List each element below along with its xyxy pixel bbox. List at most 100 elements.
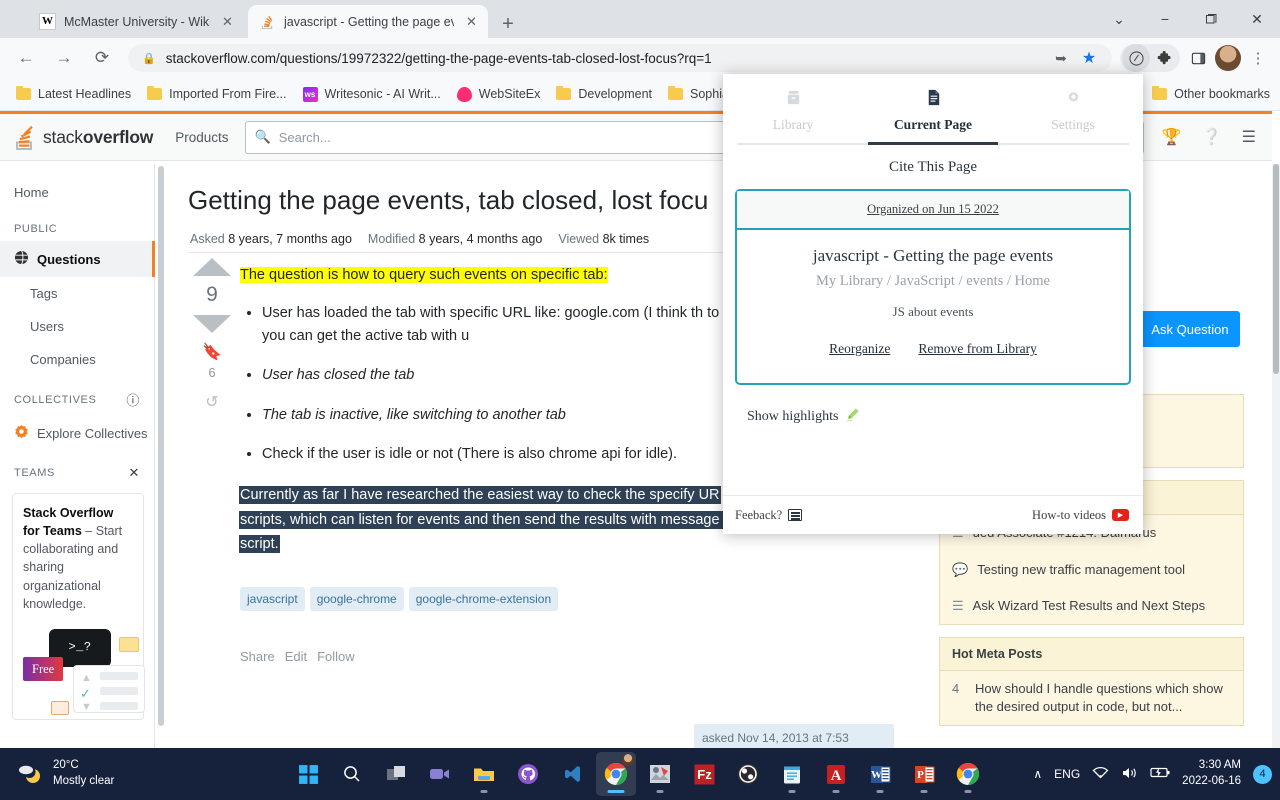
volume-icon[interactable] xyxy=(1121,766,1138,783)
howto-videos-link[interactable]: How-to videos ▶ xyxy=(1032,508,1129,523)
tag[interactable]: google-chrome xyxy=(309,587,404,612)
taskbar-item-image-editor[interactable] xyxy=(640,752,680,796)
teams-promo-card[interactable]: Stack Overflow for Teams – Start collabo… xyxy=(12,493,145,720)
taskbar-item-file-explorer[interactable] xyxy=(464,752,504,796)
tab-search-icon[interactable]: ⌄ xyxy=(1096,0,1142,38)
help-icon[interactable]: ❔ xyxy=(1202,127,1222,147)
sidebar-item-users[interactable]: Users xyxy=(0,310,154,343)
close-icon[interactable]: ✕ xyxy=(129,465,141,481)
sidebar-item-explore-collectives[interactable]: Explore Collectives xyxy=(0,415,154,451)
show-highlights-button[interactable]: Show highlights xyxy=(723,385,1143,427)
tab-settings[interactable]: Settings xyxy=(1003,88,1143,143)
browser-tab-wikipedia[interactable]: W McMaster University - Wikipedia ✕ xyxy=(28,5,244,38)
battery-charging-icon[interactable] xyxy=(1150,766,1170,782)
share-icon[interactable]: ➥ xyxy=(1048,45,1074,71)
taskbar-item-chrome-second[interactable] xyxy=(948,752,988,796)
sidebar-item-tags[interactable]: Tags xyxy=(0,277,154,310)
form-icon[interactable] xyxy=(788,509,803,521)
history-icon[interactable]: ↺ xyxy=(205,392,218,412)
bookmark-item[interactable]: ws Writesonic - AI Writ... xyxy=(295,82,449,107)
close-icon[interactable]: ✕ xyxy=(220,14,235,30)
info-icon[interactable]: ⓘ xyxy=(126,390,140,409)
wifi-icon[interactable] xyxy=(1092,766,1109,783)
address-bar[interactable]: 🔒 stackoverflow.com/questions/19972322/g… xyxy=(128,44,1112,72)
taskbar-item-filezilla[interactable]: Fz xyxy=(684,752,724,796)
forward-icon[interactable]: → xyxy=(48,42,80,74)
avatar[interactable] xyxy=(1215,45,1241,71)
start-button[interactable] xyxy=(288,752,328,796)
taskbar-item-acrobat[interactable]: A xyxy=(816,752,856,796)
clock[interactable]: 3:30 AM 2022-06-16 xyxy=(1182,758,1241,789)
cite-extension-icon[interactable] xyxy=(1122,44,1150,72)
taskbar-item-vscode[interactable] xyxy=(552,752,592,796)
sidebar-item-questions[interactable]: Questions xyxy=(0,241,155,277)
page-scrollbar[interactable] xyxy=(1272,164,1280,748)
notification-badge[interactable]: 4 xyxy=(1253,764,1272,784)
language-indicator[interactable]: ENG xyxy=(1054,767,1080,781)
bookmark-icon[interactable]: 🔖 xyxy=(202,342,222,362)
feedback-label[interactable]: Feeback? xyxy=(735,508,782,523)
running-indicator xyxy=(876,790,884,793)
logo-text: stackoverflow xyxy=(43,126,154,147)
nav-products[interactable]: Products xyxy=(175,130,228,145)
downvote-button[interactable] xyxy=(193,314,231,333)
back-icon[interactable]: ← xyxy=(10,42,42,74)
edit-button[interactable]: Edit xyxy=(285,649,307,664)
taskbar-item-teams[interactable] xyxy=(420,752,460,796)
maximize-button[interactable] xyxy=(1188,0,1234,38)
list-item[interactable]: ☰ Ask Wizard Test Results and Next Steps xyxy=(940,588,1243,624)
list-item[interactable]: 4 How should I handle questions which sh… xyxy=(940,671,1243,725)
minimize-button[interactable]: − xyxy=(1142,0,1188,38)
sidebar-item-companies[interactable]: Companies xyxy=(0,343,154,376)
reorganize-button[interactable]: Reorganize xyxy=(829,341,890,357)
stackoverflow-logo[interactable]: stackoverflow xyxy=(14,125,153,150)
tag[interactable]: google-chrome-extension xyxy=(408,587,559,612)
puzzle-icon[interactable] xyxy=(1150,44,1178,72)
bookmark-item[interactable]: WebSiteEx xyxy=(449,82,549,107)
taskbar-item-github[interactable] xyxy=(508,752,548,796)
teams-promo-text: Stack Overflow for Teams – Start collabo… xyxy=(23,504,133,613)
taskbar-item-obs[interactable] xyxy=(728,752,768,796)
browser-tab-stackoverflow[interactable]: javascript - Getting the page eve ✕ xyxy=(248,5,488,38)
folder-icon xyxy=(1152,86,1168,100)
bookmark-item[interactable]: Latest Headlines xyxy=(8,82,139,107)
other-bookmarks-button[interactable]: Other bookmarks xyxy=(1152,86,1270,101)
stackoverflow-sidebar: Home PUBLIC Questions Tags Users Compani… xyxy=(0,164,155,748)
close-window-button[interactable]: ✕ xyxy=(1234,0,1280,38)
inbox-icon[interactable]: ☰ xyxy=(1242,127,1256,147)
asked-value: 8 years, 7 months ago xyxy=(228,231,352,246)
remove-from-library-button[interactable]: Remove from Library xyxy=(918,341,1036,357)
three-dot-menu-icon[interactable]: ⋮ xyxy=(1244,44,1272,72)
close-icon[interactable]: ✕ xyxy=(464,14,479,30)
task-view-button[interactable] xyxy=(376,752,416,796)
document-icon xyxy=(863,88,1003,113)
side-panel-icon[interactable] xyxy=(1184,44,1212,72)
taskbar-item-chrome[interactable] xyxy=(596,752,636,796)
taskbar-item-powerpoint[interactable]: P xyxy=(904,752,944,796)
tab-library[interactable]: Library xyxy=(723,88,863,143)
reload-icon[interactable]: ⟳ xyxy=(86,42,118,74)
browser-toolbar: ← → ⟳ 🔒 stackoverflow.com/questions/1997… xyxy=(0,38,1280,78)
chevron-up-icon[interactable]: ∧ xyxy=(1033,767,1042,781)
tab-current-page[interactable]: Current Page xyxy=(863,88,1003,143)
running-indicator xyxy=(480,790,488,793)
search-button[interactable] xyxy=(332,752,372,796)
citation-card-body: javascript - Getting the page events My … xyxy=(737,230,1129,383)
new-tab-button[interactable]: + xyxy=(494,10,522,38)
taskbar-item-word[interactable]: W xyxy=(860,752,900,796)
bookmark-item[interactable]: Development xyxy=(548,82,660,107)
bookmark-item[interactable]: Imported From Fire... xyxy=(139,82,294,107)
upvote-button[interactable] xyxy=(193,257,231,276)
star-icon[interactable]: ★ xyxy=(1076,45,1102,71)
sidebar-item-label: Explore Collectives xyxy=(37,425,148,441)
sidebar-item-home[interactable]: Home xyxy=(0,176,154,209)
organized-on-row[interactable]: Organized on Jun 15 2022 xyxy=(737,191,1129,230)
share-button[interactable]: Share xyxy=(240,649,275,664)
list-item[interactable]: 💬 Testing new traffic management tool xyxy=(940,552,1243,588)
date: 2022-06-16 xyxy=(1182,775,1241,787)
trophy-icon[interactable]: 🏆 xyxy=(1162,127,1182,147)
tag[interactable]: javascript xyxy=(240,587,305,612)
taskbar-item-notepad[interactable] xyxy=(772,752,812,796)
weather-widget[interactable]: 20°C Mostly clear xyxy=(18,758,114,789)
follow-button[interactable]: Follow xyxy=(317,649,355,664)
